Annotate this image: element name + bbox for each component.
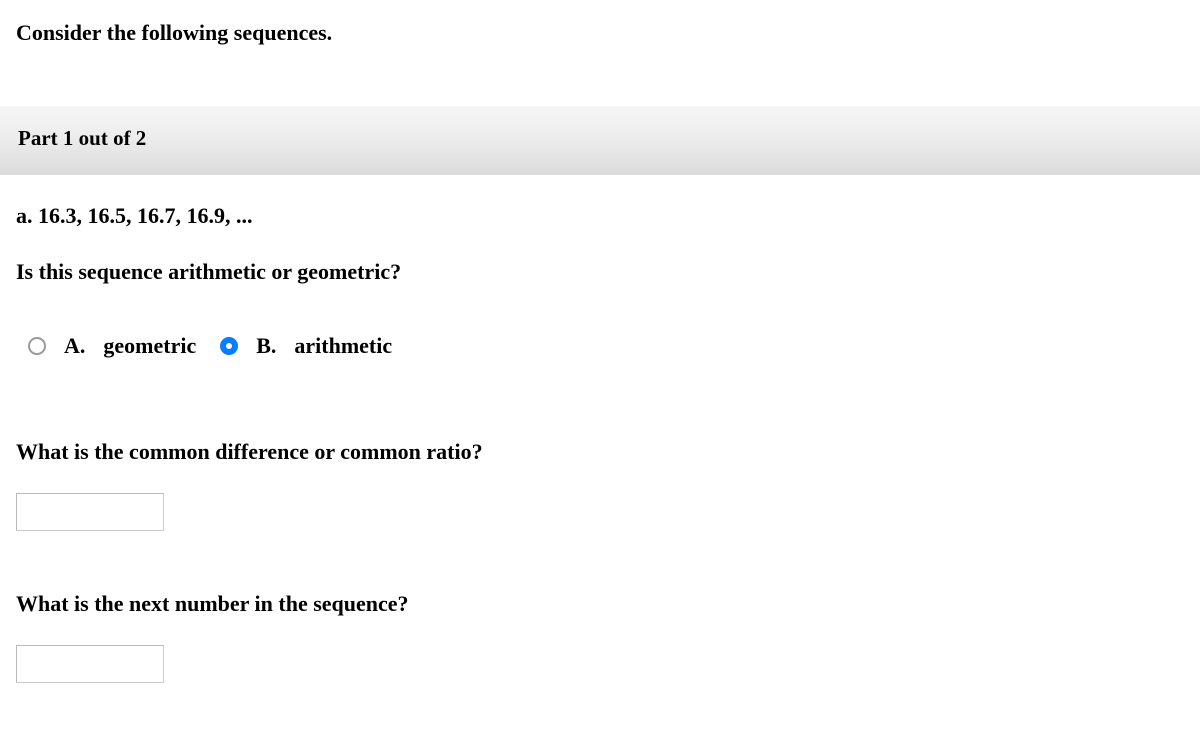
next-number-input[interactable] bbox=[16, 645, 164, 683]
common-diff-input[interactable] bbox=[16, 493, 164, 531]
option-a-letter: A. bbox=[64, 333, 85, 359]
option-b-letter: B. bbox=[256, 333, 276, 359]
option-a[interactable]: A. geometric bbox=[28, 333, 196, 359]
part-header: Part 1 out of 2 bbox=[0, 106, 1200, 175]
radio-checked-icon bbox=[220, 337, 238, 355]
question-type-prompt: Is this sequence arithmetic or geometric… bbox=[16, 259, 1184, 285]
common-diff-block: What is the common difference or common … bbox=[16, 439, 1184, 531]
next-number-block: What is the next number in the sequence? bbox=[16, 591, 1184, 683]
option-a-label: geometric bbox=[103, 333, 196, 359]
radio-unchecked-icon bbox=[28, 337, 46, 355]
option-b-label: arithmetic bbox=[294, 333, 392, 359]
option-b[interactable]: B. arithmetic bbox=[220, 333, 392, 359]
options-row: A. geometric B. arithmetic bbox=[16, 333, 1184, 359]
instruction-text: Consider the following sequences. bbox=[16, 20, 1184, 46]
next-number-question: What is the next number in the sequence? bbox=[16, 591, 1184, 617]
common-diff-question: What is the common difference or common … bbox=[16, 439, 1184, 465]
sequence-display: a. 16.3, 16.5, 16.7, 16.9, ... bbox=[16, 203, 1184, 229]
